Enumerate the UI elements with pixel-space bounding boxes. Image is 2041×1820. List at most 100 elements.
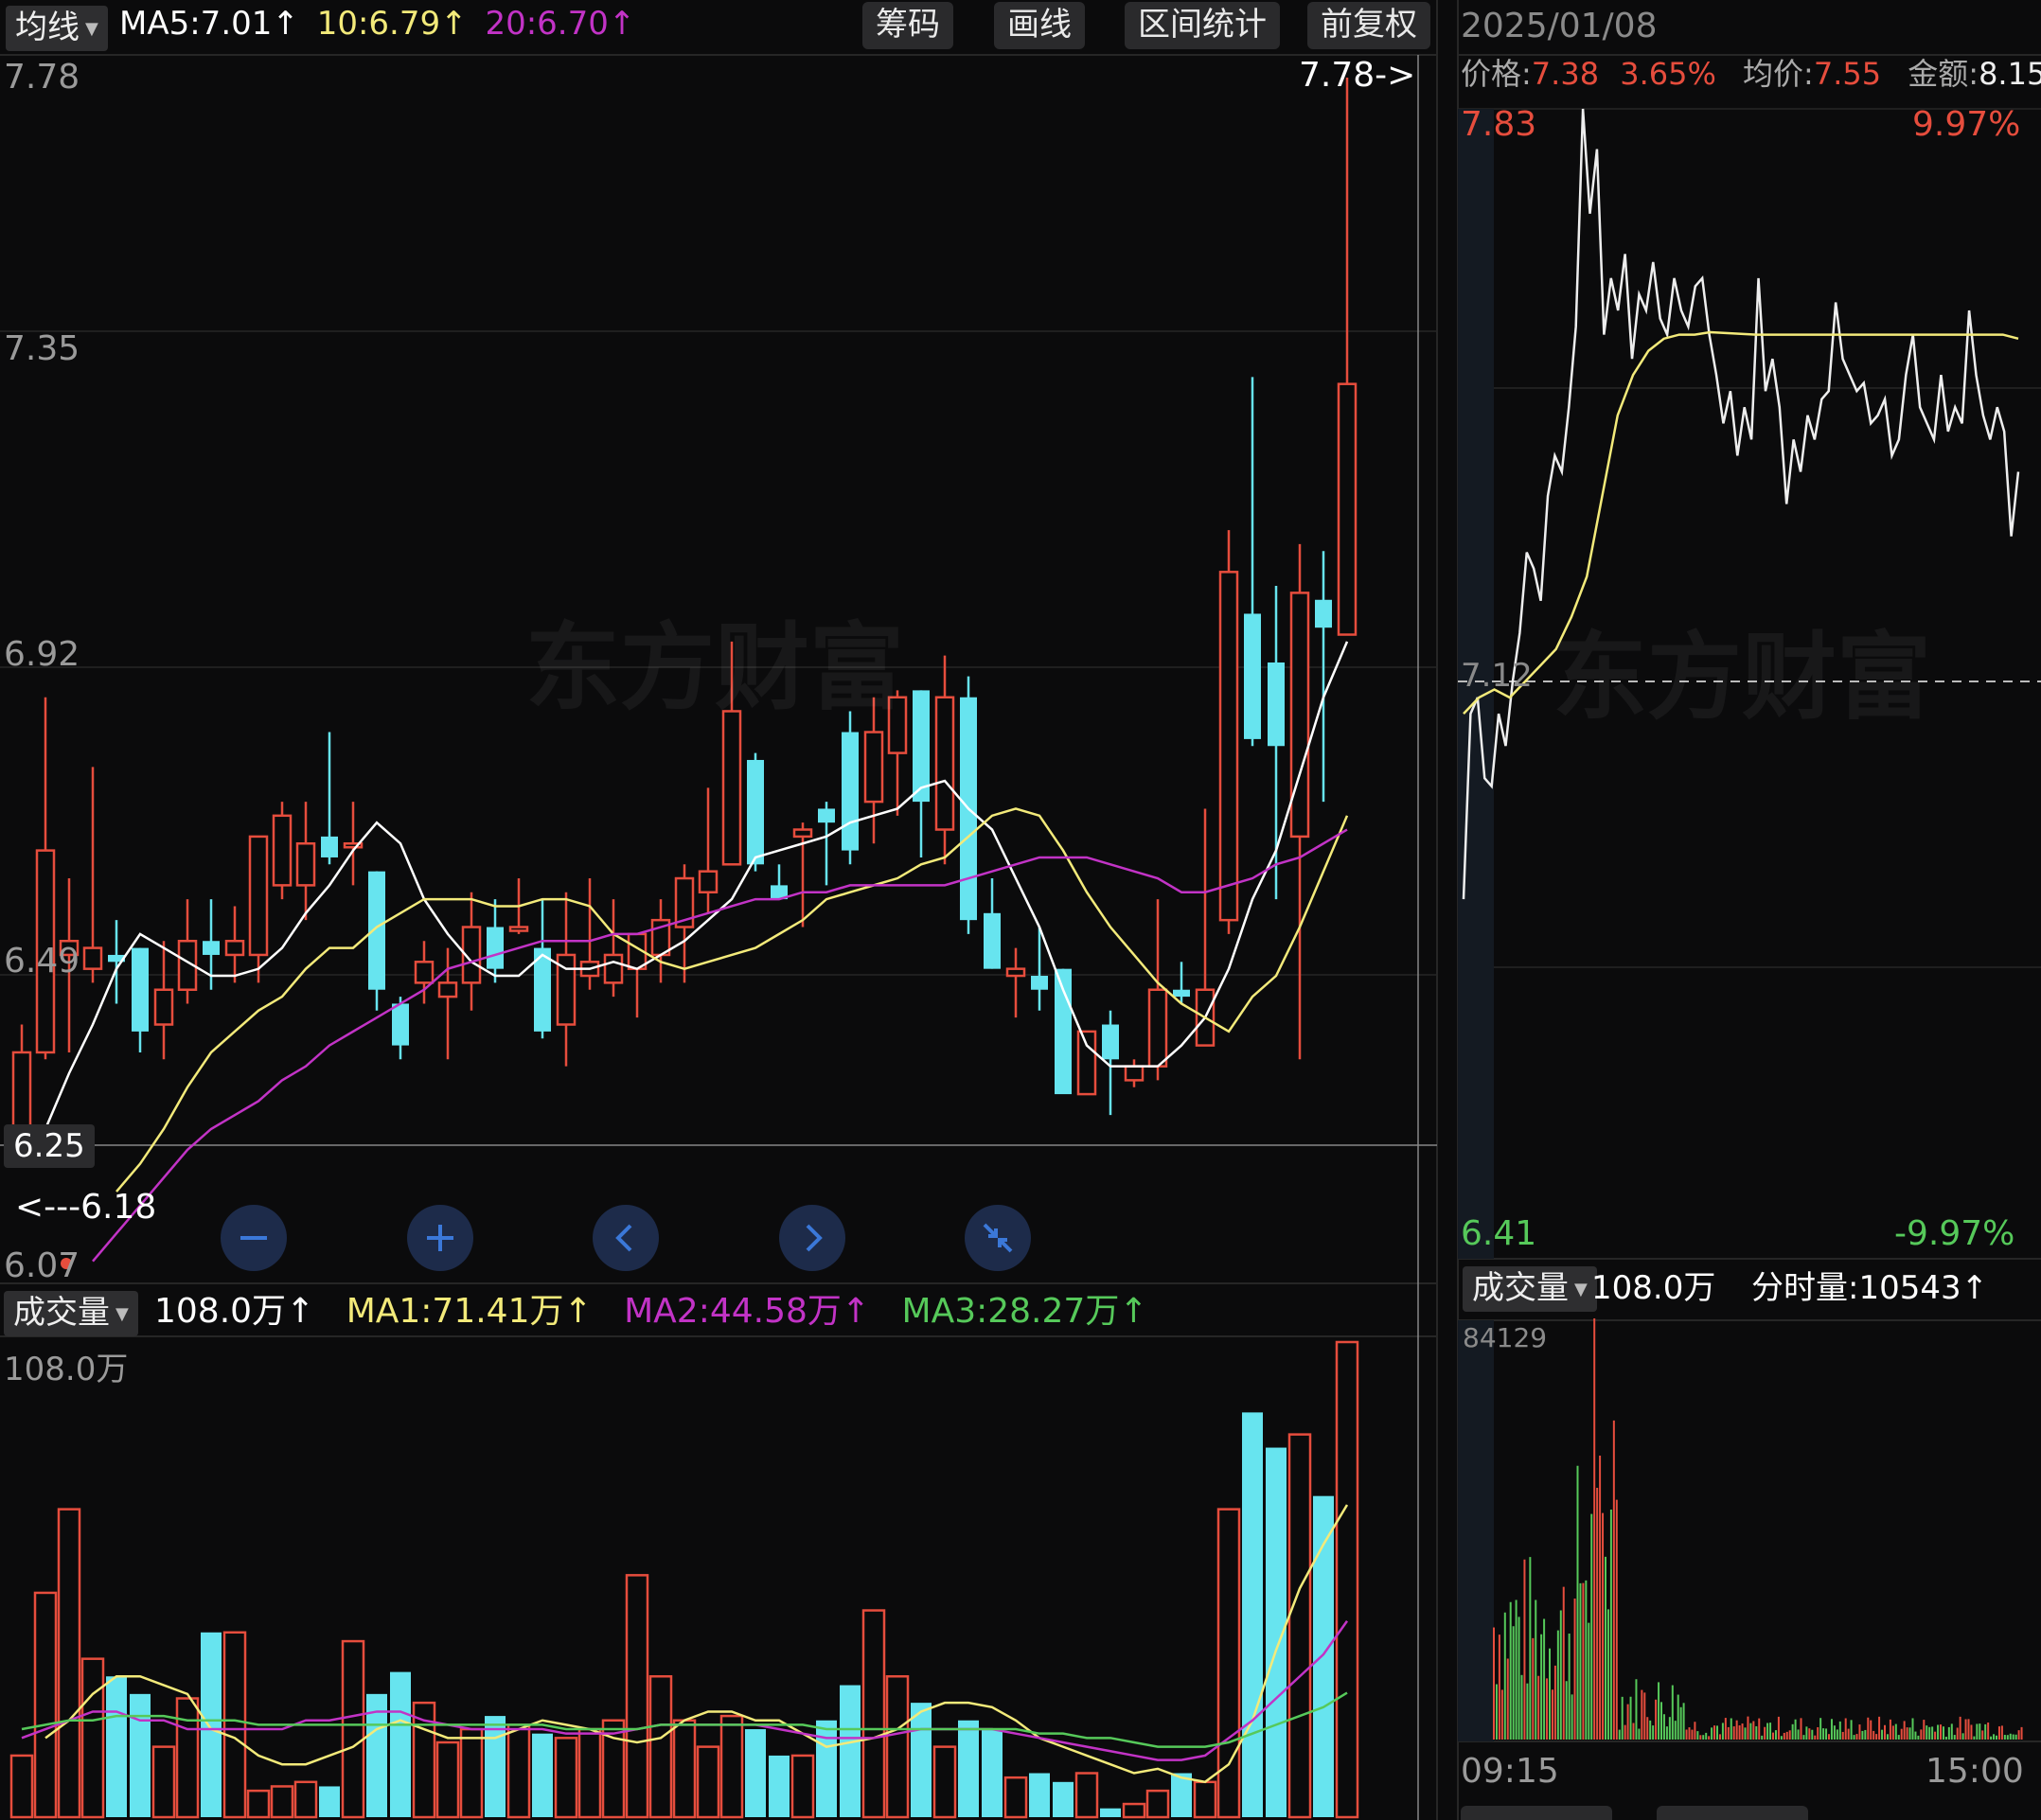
candle-body-up	[153, 988, 174, 1026]
intraday-volume-value: 108.0万	[1591, 1269, 1716, 1307]
volume-bar-up	[648, 1675, 673, 1819]
volume-bar-up	[861, 1609, 886, 1819]
candle-body-down	[1173, 989, 1190, 998]
ma5-arrow: ↑	[272, 5, 299, 43]
ma10-arrow: ↑	[440, 5, 468, 43]
price-line	[1462, 108, 2020, 900]
low-price-marker: <---6.18	[15, 1188, 157, 1227]
y-label-3: 6.92	[4, 635, 80, 674]
candle-body-down	[321, 836, 338, 857]
cursor-price-label: 6.25	[4, 1124, 95, 1168]
ma10-label: 10:6.79	[316, 5, 441, 43]
minus-icon	[240, 1236, 267, 1240]
candle-body-down	[368, 871, 385, 990]
intraday-volume-label: 成交量	[1472, 1269, 1569, 1307]
volume-bar-up	[790, 1754, 815, 1819]
volume-bar-down	[1100, 1808, 1121, 1817]
chips-button[interactable]: 筹码	[862, 2, 953, 49]
candle-body-down	[1102, 1024, 1119, 1060]
reset-zoom-button[interactable]	[965, 1205, 1031, 1271]
volume-legend: 108.0万↑ MA1:71.41万↑ MA2:44.58万↑ MA3:28.2…	[154, 1295, 1148, 1329]
bottom-tab-2[interactable]	[1657, 1806, 1808, 1820]
vol-ma2-label: MA2:44.58万	[624, 1292, 842, 1331]
vol-ma1-label: MA1:71.41万	[346, 1292, 564, 1331]
avg-price-value: 7.55	[1813, 56, 1882, 92]
candle-body-down	[1268, 662, 1285, 747]
intraday-quote-line: 价格:7.38 3.65% 均价:7.55 金额:8.15亿	[1461, 59, 2041, 89]
volume-bar-up	[672, 1719, 697, 1819]
volume-bar-down	[745, 1729, 766, 1817]
candle-body-up	[1218, 571, 1239, 922]
volume-bar-down	[911, 1703, 932, 1817]
candle-body-down	[203, 941, 220, 955]
high-price-marker: 7.78->	[1299, 56, 1416, 95]
tick-volume-text: 分时量:10543	[1751, 1269, 1961, 1307]
candle-body-down	[487, 927, 504, 969]
volume-bar-down	[130, 1693, 151, 1817]
draw-line-button[interactable]: 画线	[994, 2, 1085, 49]
scroll-right-button[interactable]	[779, 1205, 845, 1271]
forward-adjust-button[interactable]: 前复权	[1307, 2, 1430, 49]
candle-body-down	[1244, 613, 1261, 739]
volume-bar-up	[1193, 1780, 1217, 1819]
candle-body-down	[842, 732, 859, 851]
volume-bar-up	[625, 1574, 649, 1819]
volume-bar-down	[390, 1671, 411, 1817]
chevron-right-icon	[806, 1224, 823, 1252]
watermark-left: 东方财富	[525, 611, 904, 723]
candle-body-down	[984, 912, 1001, 969]
zoom-out-button[interactable]	[221, 1205, 287, 1271]
watermark-right: 东方财富	[1553, 621, 1931, 733]
volume-indicator-selector[interactable]: 成交量 ▼	[4, 1291, 138, 1336]
volume-bar-down	[958, 1720, 979, 1817]
candle-body-up	[11, 1051, 32, 1138]
chart-canvas	[0, 0, 2041, 1820]
candle-body-up	[863, 731, 884, 804]
volume-bar-up	[151, 1745, 176, 1819]
indicator-label: 均线	[15, 9, 80, 46]
dropdown-arrow-icon: ▼	[85, 18, 98, 39]
volume-bar-up	[222, 1631, 247, 1819]
volume-bar-up	[1335, 1340, 1359, 1819]
candle-body-up	[414, 961, 435, 984]
volume-bar-up	[175, 1697, 200, 1819]
zoom-in-button[interactable]	[407, 1205, 473, 1271]
volume-bar-down	[769, 1755, 790, 1817]
intraday-volume-selector[interactable]: 成交量 ▼	[1463, 1266, 1597, 1312]
candle-body-down	[747, 759, 764, 865]
dropdown-arrow-icon: ▼	[115, 1303, 129, 1324]
volume-bar-up	[246, 1789, 271, 1819]
candle-body-down	[1031, 976, 1048, 990]
volume-bar-up	[1122, 1802, 1146, 1819]
candle-body-up	[792, 828, 813, 839]
volume-bar-down	[1053, 1781, 1074, 1817]
vol-ma3-arrow: ↑	[1119, 1292, 1148, 1331]
volume-bar-up	[33, 1591, 58, 1819]
intraday-low: 6.41	[1461, 1214, 1537, 1253]
price-value: 7.38	[1531, 56, 1600, 92]
volume-bar-up	[577, 1727, 602, 1819]
scroll-left-button[interactable]	[593, 1205, 659, 1271]
plus-icon	[427, 1225, 453, 1251]
volume-bar-down	[982, 1729, 1003, 1817]
volume-bar-up	[696, 1745, 720, 1819]
volume-bar-up	[341, 1639, 365, 1819]
volume-bar-up	[719, 1714, 744, 1819]
bottom-tab-1[interactable]	[1461, 1806, 1612, 1820]
indicator-selector[interactable]: 均线 ▼	[6, 6, 108, 51]
volume-bar-up	[80, 1657, 105, 1819]
ma5-label: MA5:7.01	[119, 5, 273, 43]
time-start: 09:15	[1461, 1752, 1559, 1791]
dropdown-arrow-icon: ▼	[1574, 1279, 1588, 1299]
prev-close-label: 7.12	[1461, 657, 1533, 695]
candle-body-up	[934, 696, 955, 831]
volume-bar-up	[506, 1723, 531, 1819]
range-stats-button[interactable]: 区间统计	[1125, 2, 1280, 49]
candle-body-up	[1337, 382, 1358, 636]
y-label-bottom: 6.07	[4, 1246, 80, 1285]
volume-bar-down	[319, 1786, 340, 1817]
candle-body-up	[721, 710, 742, 866]
volume-bar-down	[532, 1733, 553, 1817]
volume-bar-up	[435, 1740, 460, 1819]
premarket-shade	[1458, 1320, 1494, 1741]
